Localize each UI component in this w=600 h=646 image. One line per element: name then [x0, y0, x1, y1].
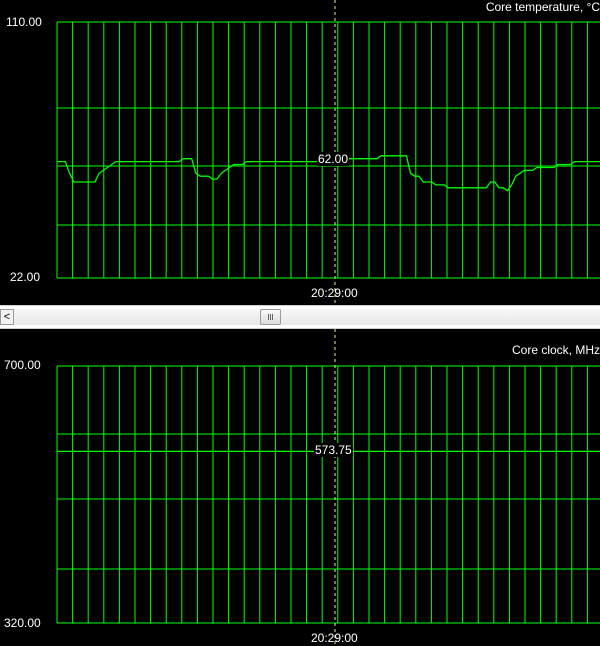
scrollbar-thumb[interactable]: [260, 309, 281, 325]
clock-y-min-label: 320.00: [4, 616, 41, 630]
temperature-graph: [56, 0, 600, 305]
grip-line: [270, 314, 271, 320]
temperature-y-max-label: 110.00: [6, 15, 42, 29]
grip-line: [268, 314, 269, 320]
clock-graph: [56, 329, 600, 646]
scrollbar-track[interactable]: [0, 309, 600, 325]
temperature-cursor-time: 20:29:00: [311, 286, 358, 300]
grip-line: [272, 314, 273, 320]
scroll-left-button[interactable]: <: [0, 309, 14, 325]
temperature-graph-title: Core temperature, °C: [485, 0, 600, 14]
temperature-cursor-value: 62.00: [317, 152, 350, 166]
clock-cursor-time: 20:29:00: [311, 631, 358, 645]
timeline-scrollbar[interactable]: <: [0, 305, 600, 329]
clock-graph-panel: Core clock, MHz 700.00 320.00 20:29:00 5…: [0, 329, 600, 646]
clock-graph-title: Core clock, MHz: [511, 343, 600, 357]
temperature-graph-panel: Core temperature, °C 110.00 22.00 20:29:…: [0, 0, 600, 305]
clock-cursor-value: 573.75: [314, 443, 353, 457]
temperature-y-min-label: 22.00: [10, 270, 41, 284]
clock-y-max-label: 700.00: [4, 358, 41, 372]
